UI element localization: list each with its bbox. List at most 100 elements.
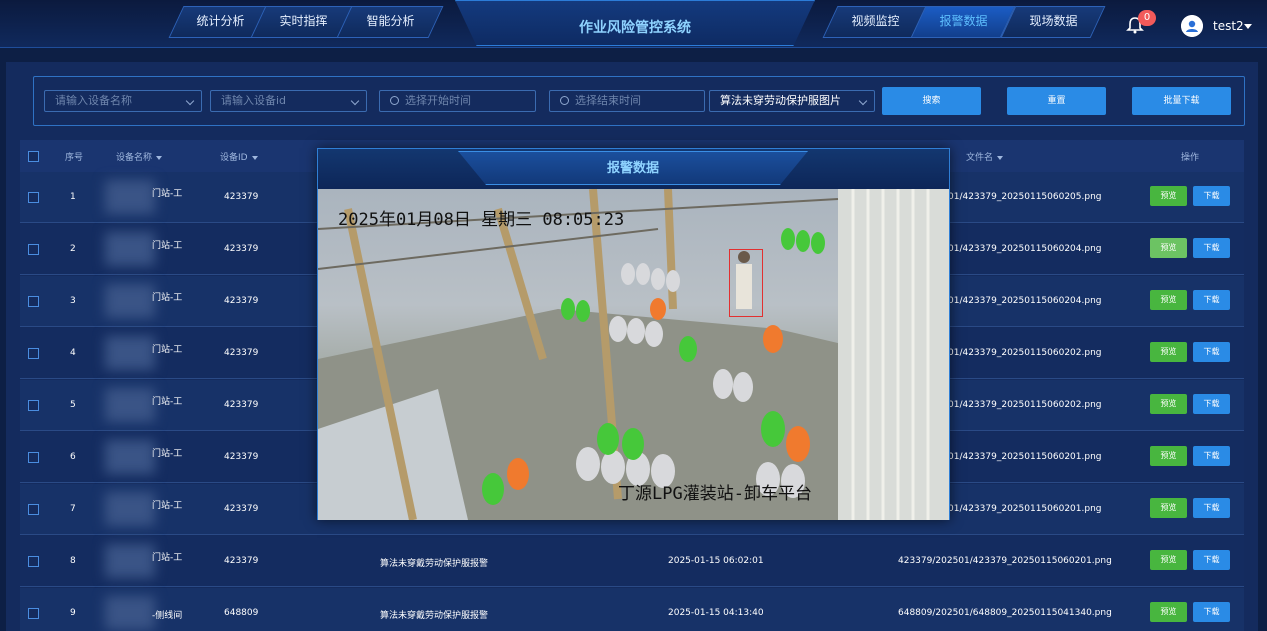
device-id: 423379: [224, 296, 259, 306]
device-id: 648809: [224, 608, 259, 618]
column-index: 序号: [65, 153, 84, 163]
device-name: 门站-工: [152, 501, 183, 511]
preview-button[interactable]: 预览: [1150, 290, 1187, 310]
sort-icon: [156, 156, 163, 160]
download-button[interactable]: 下载: [1193, 342, 1230, 362]
preview-button[interactable]: 预览: [1150, 498, 1187, 518]
device-id: 423379: [224, 556, 259, 566]
row-index: 2: [70, 244, 76, 254]
batch-download-button[interactable]: 批量下载: [1132, 87, 1231, 115]
download-button[interactable]: 下载: [1193, 446, 1230, 466]
nav-tab-alarm-data[interactable]: 报警数据: [910, 6, 1016, 38]
preview-button[interactable]: 预览: [1150, 342, 1187, 362]
user-menu-caret-icon[interactable]: [1244, 24, 1252, 29]
table-row: 9 -侧线间 648809 算法未穿戴劳动保护服报警 2025-01-15 04…: [20, 588, 1244, 631]
sort-icon: [997, 156, 1004, 160]
preview-button[interactable]: 预览: [1150, 550, 1187, 570]
redacted-device-name: [105, 544, 155, 578]
modal-header: 报警数据: [318, 149, 949, 189]
row-checkbox[interactable]: [28, 452, 39, 463]
username[interactable]: test2: [1213, 19, 1244, 33]
file-name: 648809/202501/648809_20250115041340.png: [898, 608, 1112, 618]
device-id: 423379: [224, 192, 259, 202]
clock-icon: [390, 96, 399, 105]
column-device-id[interactable]: 设备ID: [220, 150, 258, 163]
alarm-time: 2025-01-15 06:02:01: [668, 556, 764, 566]
download-button[interactable]: 下载: [1193, 550, 1230, 570]
download-button[interactable]: 下载: [1193, 394, 1230, 414]
download-button[interactable]: 下载: [1193, 290, 1230, 310]
redacted-device-name: [105, 492, 155, 526]
filter-bar: 请输入设备名称 请输入设备id 选择开始时间 选择结束时间 算法未穿劳动保护服图…: [33, 76, 1245, 126]
row-checkbox[interactable]: [28, 400, 39, 411]
preview-button[interactable]: 预览: [1150, 186, 1187, 206]
row-checkbox[interactable]: [28, 244, 39, 255]
device-name: 门站-工: [152, 189, 183, 199]
device-name: 门站-工: [152, 449, 183, 459]
redacted-device-name: [105, 440, 155, 474]
download-button[interactable]: 下载: [1193, 186, 1230, 206]
alarm-type-select[interactable]: 算法未穿劳动保护服图片: [709, 90, 875, 112]
redacted-device-name: [105, 388, 155, 422]
preview-button[interactable]: 预览: [1150, 238, 1187, 258]
preview-button[interactable]: 预览: [1150, 602, 1187, 622]
row-index: 1: [70, 192, 76, 202]
reset-button[interactable]: 重置: [1007, 87, 1106, 115]
row-index: 4: [70, 348, 76, 358]
download-button[interactable]: 下载: [1193, 238, 1230, 258]
device-id-select[interactable]: 请输入设备id: [210, 90, 367, 112]
detection-box: [729, 249, 763, 317]
clock-icon: [560, 96, 569, 105]
device-name: 门站-工: [152, 397, 183, 407]
row-checkbox[interactable]: [28, 504, 39, 515]
notification-badge: 0: [1138, 10, 1156, 26]
end-time-picker[interactable]: 选择结束时间: [549, 90, 705, 112]
redacted-device-name: [105, 336, 155, 370]
file-name: 423379/202501/423379_20250115060201.png: [898, 556, 1112, 566]
osd-timestamp: 2025年01月08日 星期三 08:05:23: [338, 210, 625, 230]
alarm-type: 算法未穿戴劳动保护服报警: [380, 559, 489, 569]
start-time-picker[interactable]: 选择开始时间: [379, 90, 536, 112]
download-button[interactable]: 下载: [1193, 602, 1230, 622]
alarm-preview-modal: 报警数据 2025年01月08日 星期三 08:05:23 丁源LPG灌装站-卸…: [317, 148, 950, 520]
column-device-name[interactable]: 设备名称: [116, 150, 163, 163]
select-all-checkbox[interactable]: [28, 151, 39, 162]
nav-tab-field-data[interactable]: 现场数据: [1000, 6, 1106, 38]
alarm-time: 2025-01-15 04:13:40: [668, 608, 764, 618]
osd-camera-name: 丁源LPG灌装站-卸车平台: [618, 484, 812, 504]
file-name: 01/423379_20250115060201.png: [948, 452, 1102, 462]
row-checkbox[interactable]: [28, 296, 39, 307]
alarm-type: 算法未穿戴劳动保护服报警: [380, 611, 489, 621]
snapshot-scene: [318, 189, 949, 520]
row-checkbox[interactable]: [28, 192, 39, 203]
sort-icon: [251, 156, 258, 160]
row-checkbox[interactable]: [28, 556, 39, 567]
file-name: 01/423379_20250115060205.png: [948, 192, 1102, 202]
search-button[interactable]: 搜索: [882, 87, 981, 115]
row-checkbox[interactable]: [28, 348, 39, 359]
chevron-down-icon: [858, 96, 868, 106]
file-name: 01/423379_20250115060204.png: [948, 296, 1102, 306]
row-checkbox[interactable]: [28, 608, 39, 619]
row-index: 3: [70, 296, 76, 306]
column-file-name[interactable]: 文件名: [966, 150, 1004, 163]
modal-title: 报警数据: [458, 151, 808, 185]
download-button[interactable]: 下载: [1193, 498, 1230, 518]
row-index: 8: [70, 556, 76, 566]
row-index: 6: [70, 452, 76, 462]
chevron-down-icon: [185, 96, 195, 106]
redacted-device-name: [105, 284, 155, 318]
device-id: 423379: [224, 504, 259, 514]
nav-tab-analysis[interactable]: 智能分析: [336, 6, 444, 38]
avatar[interactable]: [1181, 15, 1203, 37]
row-index: 7: [70, 504, 76, 514]
device-name-select[interactable]: 请输入设备名称: [44, 90, 202, 112]
preview-button[interactable]: 预览: [1150, 446, 1187, 466]
device-id: 423379: [224, 348, 259, 358]
table-row: 8 门站-工 423379 算法未穿戴劳动保护服报警 2025-01-15 06…: [20, 536, 1244, 587]
device-name: 门站-工: [152, 345, 183, 355]
column-actions: 操作: [1181, 153, 1200, 163]
preview-button[interactable]: 预览: [1150, 394, 1187, 414]
device-id: 423379: [224, 452, 259, 462]
top-header: 统计分析 实时指挥 智能分析 作业风险管控系统 视频监控 报警数据 现场数据 0…: [0, 0, 1267, 48]
